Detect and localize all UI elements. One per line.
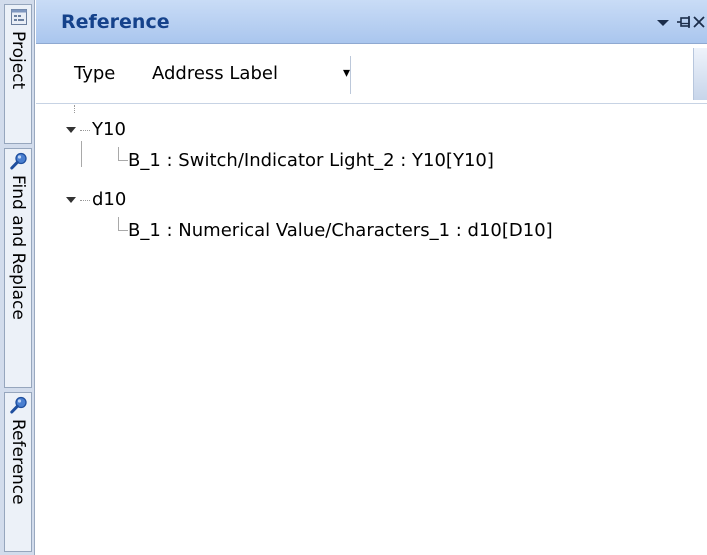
panel-title: Reference [61, 11, 170, 33]
tree-leaf-reference[interactable]: B_1 : Switch/Indicator Light_2 : Y10[Y10… [128, 147, 494, 175]
reference-window: Project Find and Replace Reference Refer… [0, 0, 707, 555]
tree-line [81, 141, 82, 167]
expand-arrow-icon[interactable] [64, 193, 78, 207]
tree-line [118, 230, 128, 231]
dropdown-icon[interactable] [652, 12, 674, 32]
side-tab-label: Project [8, 31, 28, 90]
expand-arrow-icon[interactable] [64, 123, 78, 137]
side-tab-label: Reference [8, 419, 28, 505]
close-icon[interactable] [690, 12, 707, 32]
side-tab-reference[interactable]: Reference [4, 392, 32, 552]
side-tab-find-and-replace[interactable]: Find and Replace [4, 148, 32, 388]
toolbar-separator [350, 56, 351, 94]
type-combobox[interactable]: Address Label ▾ [144, 56, 350, 94]
reference-tree: Y10 B_1 : Switch/Indicator Light_2 : Y10… [36, 105, 707, 555]
type-combobox-value: Address Label [152, 63, 278, 84]
tree-leaf-reference[interactable]: B_1 : Numerical Value/Characters_1 : d10… [128, 217, 553, 245]
tree-line [118, 160, 128, 161]
tree-line [80, 130, 90, 131]
chevron-down-icon[interactable]: ▾ [343, 65, 350, 81]
tree-node-y10[interactable]: Y10 [92, 116, 126, 144]
side-tab-label: Find and Replace [8, 175, 28, 320]
tree-node-d10[interactable]: d10 [92, 186, 126, 214]
tree-line [118, 217, 119, 230]
tree-line [74, 105, 75, 113]
magnifier-icon [10, 396, 27, 414]
toolbar-overflow-button[interactable] [693, 48, 707, 100]
tree-line [80, 200, 90, 201]
panel-header: Reference [36, 0, 707, 44]
project-icon [11, 9, 27, 25]
tree-line [118, 147, 119, 160]
side-tab-strip: Project Find and Replace Reference [0, 0, 35, 555]
magnifier-icon [10, 152, 27, 170]
side-tab-project[interactable]: Project [4, 4, 32, 144]
reference-toolbar: Type Address Label ▾ [36, 44, 707, 104]
type-label: Type [74, 63, 116, 84]
